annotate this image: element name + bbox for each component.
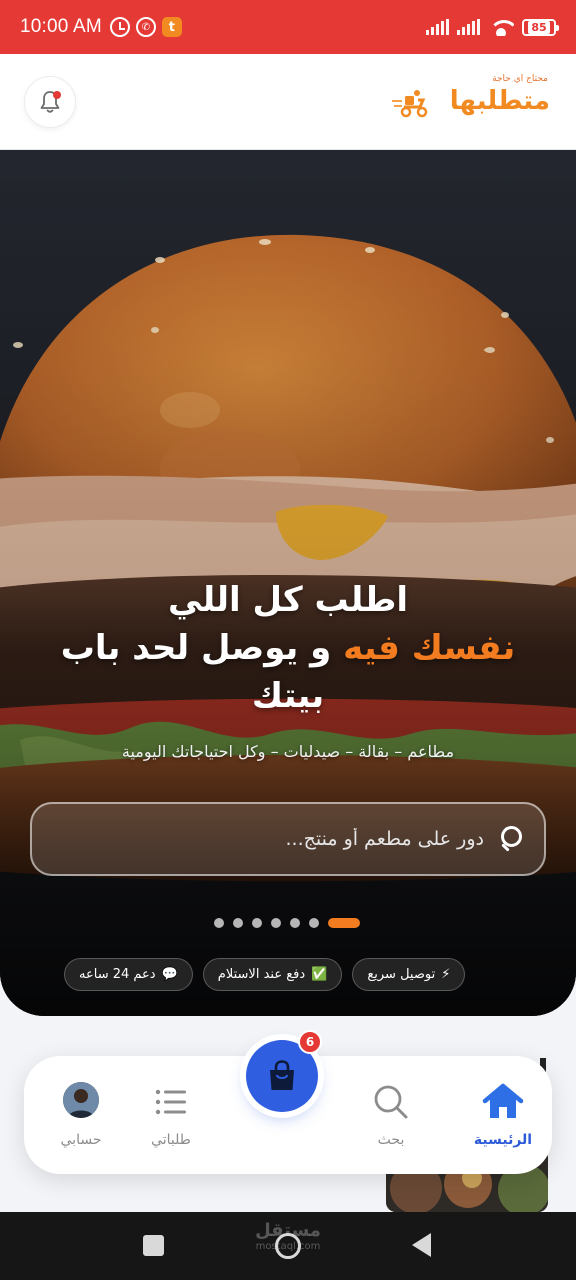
headline-rest: و يوصل لحد باب بيتك (60, 628, 344, 716)
search-icon[interactable] (498, 826, 524, 852)
scooter-icon (392, 90, 428, 118)
home-icon (482, 1083, 524, 1118)
bottom-navigation: الرئيسية بحث 6 طلباتي حسابي (24, 1030, 552, 1174)
check-icon: ✅ (311, 967, 328, 982)
carousel-dot[interactable] (214, 918, 224, 928)
carousel-dot[interactable] (252, 918, 262, 928)
feature-pill-support: 💬 دعم 24 ساعه (64, 958, 193, 991)
headline-line1: اطلب كل اللي (167, 580, 409, 620)
signal-icon (457, 19, 480, 35)
nav-search[interactable]: بحث (346, 1082, 436, 1158)
cart-button[interactable]: 6 (246, 1030, 322, 1112)
search-bar[interactable] (30, 802, 546, 876)
system-navigation-bar: مستقل mostaql.com (0, 1212, 576, 1280)
search-icon (374, 1085, 408, 1119)
feature-label: توصيل سريع (367, 967, 436, 982)
nav-account-label: حسابي (60, 1132, 102, 1148)
chat-icon: 💬 (161, 967, 178, 982)
feature-pills: 💬 دعم 24 ساعه ✅ دفع عند الاستلام ⚡ توصيل… (64, 958, 466, 991)
wifi-icon (488, 18, 514, 36)
feature-label: دعم 24 ساعه (79, 967, 156, 982)
app-header: محتاج اي حاجة متطلبها (0, 54, 576, 150)
avatar (63, 1082, 99, 1118)
hero-subtitle: مطاعم – بقالة – صيدليات – وكل احتياجاتك … (121, 742, 455, 761)
status-bar: 10:00 AM ✆ t 85 (0, 0, 576, 54)
user-photo (63, 1082, 99, 1118)
feature-pill-cod: ✅ دفع عند الاستلام (202, 958, 343, 991)
shopping-bag-icon (270, 1060, 294, 1090)
whatsapp-icon: ✆ (135, 17, 156, 37)
feature-label: دفع عند الاستلام (217, 967, 306, 982)
headline-line2: نفسك فيه و يوصل لحد باب بيتك (40, 624, 536, 720)
battery-level: 85 (528, 20, 550, 34)
nav-search-label: بحث (377, 1132, 405, 1148)
feature-pill-fast-delivery: ⚡ توصيل سريع (352, 958, 466, 991)
carousel-dot-active[interactable] (328, 918, 360, 928)
carousel-dot[interactable] (233, 918, 243, 928)
logo-tagline: محتاج اي حاجة (492, 74, 548, 84)
lightning-icon: ⚡ (441, 967, 451, 982)
logo-text: متطلبها (449, 86, 550, 116)
brand-logo[interactable]: محتاج اي حاجة متطلبها (390, 72, 550, 132)
carousel-dot[interactable] (309, 918, 319, 928)
nav-account[interactable]: حسابي (36, 1082, 126, 1158)
carousel-dots (214, 917, 360, 929)
notification-dot (53, 91, 61, 99)
alarm-icon (109, 17, 130, 37)
status-time: 10:00 AM (20, 16, 102, 37)
signal-icon (426, 19, 449, 35)
nav-home-label: الرئيسية (473, 1132, 533, 1148)
cart-count-badge: 6 (298, 1030, 322, 1054)
t-app-icon: t (161, 17, 182, 37)
battery-icon: 85 (522, 18, 559, 36)
nav-orders-label: طلباتي (151, 1132, 191, 1148)
hero-banner: اطلب كل اللي نفسك فيه و يوصل لحد باب بيت… (0, 150, 576, 1016)
nav-orders[interactable]: طلباتي (126, 1082, 216, 1158)
headline-accent: نفسك فيه (343, 628, 516, 668)
home-button[interactable] (275, 1233, 301, 1259)
recent-apps-button[interactable] (143, 1235, 164, 1256)
carousel-dot[interactable] (271, 918, 281, 928)
back-button[interactable] (412, 1233, 431, 1257)
search-input[interactable] (52, 828, 484, 850)
nav-home[interactable]: الرئيسية (458, 1082, 548, 1158)
list-icon (155, 1089, 186, 1115)
carousel-dot[interactable] (290, 918, 300, 928)
hero-headline: اطلب كل اللي نفسك فيه و يوصل لحد باب بيت… (40, 576, 536, 720)
notifications-button[interactable] (24, 76, 76, 128)
